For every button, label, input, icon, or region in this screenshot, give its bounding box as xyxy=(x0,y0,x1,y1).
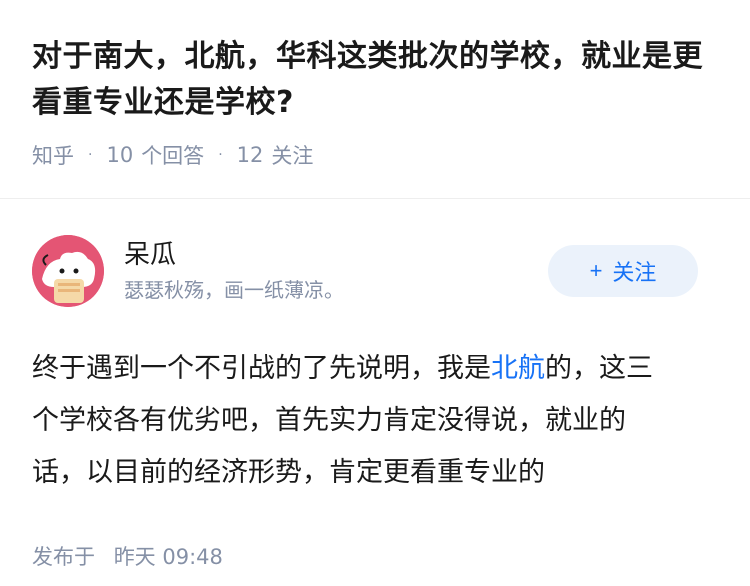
answer-count: 10 xyxy=(106,143,134,167)
avatar-illustration-icon xyxy=(32,235,104,307)
follow-count: 12 xyxy=(236,143,264,167)
answer-count-label: 个回答 xyxy=(141,144,205,168)
school-link[interactable]: 北航 xyxy=(491,353,545,384)
answer-content[interactable]: 终于遇到一个不引战的了先说明，我是北航的，这三个学校各有优劣吧，首先实力肯定没得… xyxy=(32,343,678,499)
publish-label: 发布于 xyxy=(32,545,95,569)
question-meta: 知乎 · 10 个回答 · 12 关注 xyxy=(32,140,718,170)
follow-button[interactable]: + 关注 xyxy=(548,245,698,297)
follow-button-label: 关注 xyxy=(612,260,657,285)
author-info: 呆瓜 瑟瑟秋殇，画一纸薄凉。 xyxy=(124,238,344,304)
follow-count-label: 关注 xyxy=(271,144,314,168)
answer-text-start: 终于遇到一个不引战的了先说明，我是 xyxy=(32,353,491,384)
separator-dot: · xyxy=(88,147,93,163)
author-bio: 瑟瑟秋殇，画一纸薄凉。 xyxy=(124,278,344,302)
divider xyxy=(0,198,750,199)
source-label[interactable]: 知乎 xyxy=(32,140,74,170)
question-header: 对于南大，北航，华科这类批次的学校，就业是更看重专业还是学校? 知乎 · 10 … xyxy=(0,0,750,170)
avatar[interactable] xyxy=(32,235,104,307)
author-row: 呆瓜 瑟瑟秋殇，画一纸薄凉。 + 关注 xyxy=(32,235,718,307)
separator-dot: · xyxy=(218,147,223,163)
question-title[interactable]: 对于南大，北航，华科这类批次的学校，就业是更看重专业还是学校? xyxy=(32,34,718,126)
plus-icon: + xyxy=(589,258,603,283)
publish-time: 昨天 09:48 xyxy=(113,545,223,569)
author-name[interactable]: 呆瓜 xyxy=(124,238,344,272)
publish-info: 发布于 昨天 09:48 xyxy=(32,541,718,571)
answer-card: 呆瓜 瑟瑟秋殇，画一纸薄凉。 + 关注 终于遇到一个不引战的了先说明，我是北航的… xyxy=(0,235,750,571)
